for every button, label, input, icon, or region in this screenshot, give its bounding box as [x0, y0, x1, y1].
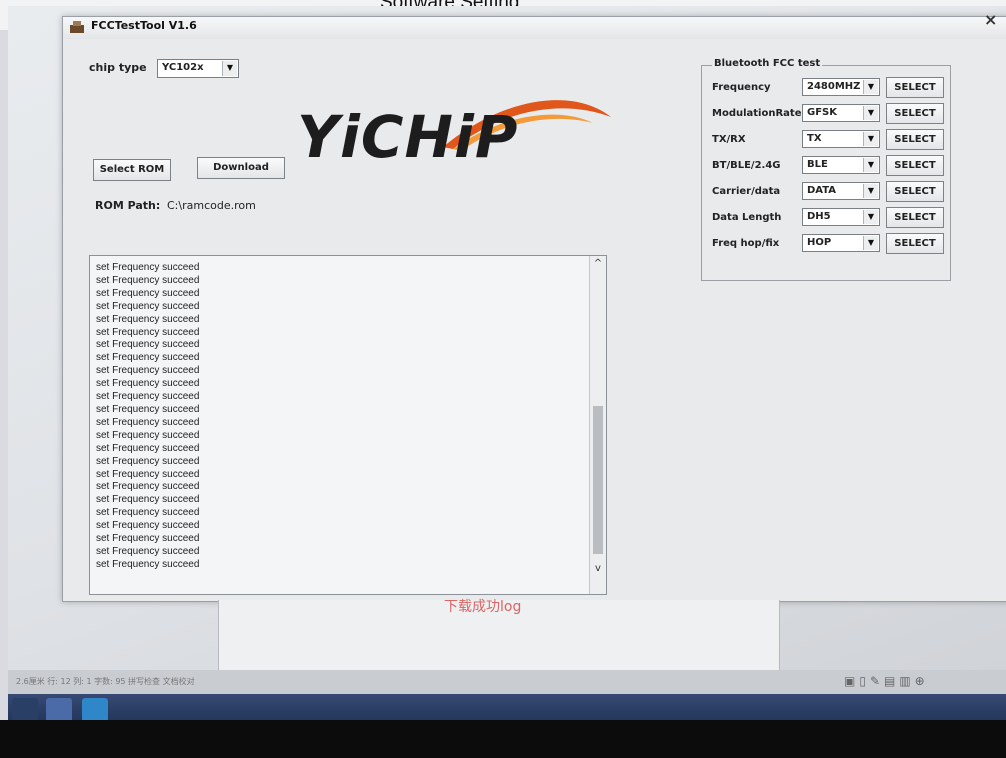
- chip-type-label: chip type: [89, 61, 147, 74]
- fcc-select-value: DH5: [807, 211, 831, 222]
- log-line: set Frequency succeed: [96, 300, 200, 312]
- fcc-select-0[interactable]: 2480MHZ ▼: [802, 78, 880, 96]
- fcc-select-6[interactable]: HOP ▼: [802, 234, 880, 252]
- chevron-down-icon[interactable]: ▼: [863, 210, 878, 224]
- log-line: set Frequency succeed: [96, 365, 200, 377]
- fcc-label-5: Data Length: [712, 212, 782, 223]
- fcc-select-button-2[interactable]: SELECT: [886, 129, 944, 150]
- yichip-logo: YiCHiP: [297, 103, 519, 171]
- status-bar: 2.6厘米 行: 12 列: 1 字数: 95 拼写检查 文档校对 ▣▯✎▤▥⊕: [8, 670, 1006, 694]
- download-button[interactable]: Download: [197, 157, 285, 179]
- fcc-select-5[interactable]: DH5 ▼: [802, 208, 880, 226]
- log-line: set Frequency succeed: [96, 378, 200, 390]
- fcc-select-value: TX: [807, 133, 822, 144]
- app-icon: [70, 21, 84, 33]
- rom-path-label: ROM Path:: [95, 199, 161, 212]
- chevron-down-icon[interactable]: ▼: [863, 132, 878, 146]
- log-lines: set Frequency succeed set Frequency succe…: [90, 256, 606, 572]
- status-text: 2.6厘米 行: 12 列: 1 字数: 95 拼写检查 文档校对: [16, 677, 195, 686]
- chip-type-value: YC102x: [162, 62, 204, 73]
- fcc-select-value: 2480MHZ: [807, 81, 861, 92]
- fcc-select-value: DATA: [807, 185, 837, 196]
- select-rom-button[interactable]: Select ROM: [93, 159, 171, 181]
- log-line: set Frequency succeed: [96, 391, 200, 403]
- title-bar: FCCTestTool V1.6: [63, 17, 1006, 39]
- window-title: FCCTestTool V1.6: [91, 19, 197, 32]
- log-line: set Frequency succeed: [96, 533, 200, 545]
- fcc-label-3: BT/BLE/2.4G: [712, 160, 781, 171]
- bluetooth-fcc-group: Bluetooth FCC test Frequency 2480MHZ ▼ SELE…: [701, 58, 951, 281]
- log-line: set Frequency succeed: [96, 442, 200, 454]
- log-line: set Frequency succeed: [96, 287, 200, 299]
- log-line: set Frequency succeed: [96, 352, 200, 364]
- fcc-select-3[interactable]: BLE ▼: [802, 156, 880, 174]
- log-line: set Frequency succeed: [96, 326, 200, 338]
- document-text: 下载成功log: [444, 599, 522, 615]
- monitor-screen: FCCTestTool V1.6 chip type YC102x ▼ YiCH…: [8, 6, 1006, 726]
- log-line: set Frequency succeed: [96, 558, 200, 570]
- fcc-select-button-4[interactable]: SELECT: [886, 181, 944, 202]
- scroll-thumb[interactable]: [593, 406, 603, 554]
- chevron-down-icon[interactable]: v: [590, 563, 606, 574]
- log-line: set Frequency succeed: [96, 403, 200, 415]
- log-line: set Frequency succeed: [96, 262, 200, 273]
- taskbar-wps-icon[interactable]: [82, 698, 108, 722]
- fcc-select-value: HOP: [807, 237, 832, 248]
- fcc-select-value: BLE: [807, 159, 828, 170]
- chevron-up-icon[interactable]: ^: [590, 258, 606, 269]
- fcc-select-2[interactable]: TX ▼: [802, 130, 880, 148]
- chevron-down-icon[interactable]: ▼: [863, 80, 878, 94]
- close-icon[interactable]: ×: [984, 10, 1000, 29]
- fcc-select-button-6[interactable]: SELECT: [886, 233, 944, 254]
- log-output[interactable]: set Frequency succeed set Frequency succe…: [89, 255, 607, 595]
- fcc-select-button-5[interactable]: SELECT: [886, 207, 944, 228]
- fcc-select-button-1[interactable]: SELECT: [886, 103, 944, 124]
- rom-path-value: C:\ramcode.rom: [167, 199, 256, 212]
- log-line: set Frequency succeed: [96, 429, 200, 441]
- fcc-label-4: Carrier/data: [712, 186, 781, 197]
- chevron-down-icon[interactable]: ▼: [222, 61, 237, 76]
- fcc-label-1: ModulationRate: [712, 108, 802, 119]
- taskbar-app-icon[interactable]: [46, 698, 72, 722]
- chip-type-select[interactable]: YC102x ▼: [157, 59, 239, 78]
- log-line: set Frequency succeed: [96, 468, 200, 480]
- log-line: set Frequency succeed: [96, 339, 200, 351]
- log-scrollbar[interactable]: ^ v: [589, 256, 606, 594]
- log-line: set Frequency succeed: [96, 313, 200, 325]
- chevron-down-icon[interactable]: ▼: [863, 184, 878, 198]
- fcc-select-value: GFSK: [807, 107, 837, 118]
- log-line: set Frequency succeed: [96, 481, 200, 493]
- log-line: set Frequency succeed: [96, 520, 200, 532]
- fcc-select-4[interactable]: DATA ▼: [802, 182, 880, 200]
- chevron-down-icon[interactable]: ▼: [863, 236, 878, 250]
- fcc-label-2: TX/RX: [712, 134, 746, 145]
- log-line: set Frequency succeed: [96, 274, 200, 286]
- monitor-bezel: [0, 720, 1006, 758]
- log-line: set Frequency succeed: [96, 416, 200, 428]
- app-window: FCCTestTool V1.6 chip type YC102x ▼ YiCH…: [62, 16, 1006, 602]
- group-title: Bluetooth FCC test: [712, 58, 823, 69]
- log-line: set Frequency succeed: [96, 494, 200, 506]
- chevron-down-icon[interactable]: ▼: [863, 106, 878, 120]
- chevron-down-icon[interactable]: ▼: [863, 158, 878, 172]
- fcc-label-0: Frequency: [712, 82, 771, 93]
- fcc-select-button-3[interactable]: SELECT: [886, 155, 944, 176]
- log-line: set Frequency succeed: [96, 507, 200, 519]
- view-icons[interactable]: ▣▯✎▤▥⊕: [844, 674, 929, 688]
- fcc-select-1[interactable]: GFSK ▼: [802, 104, 880, 122]
- fcc-label-6: Freq hop/fix: [712, 238, 780, 249]
- start-icon[interactable]: [12, 698, 38, 722]
- log-line: set Frequency succeed: [96, 545, 200, 557]
- fcc-select-button-0[interactable]: SELECT: [886, 77, 944, 98]
- log-line: set Frequency succeed: [96, 455, 200, 467]
